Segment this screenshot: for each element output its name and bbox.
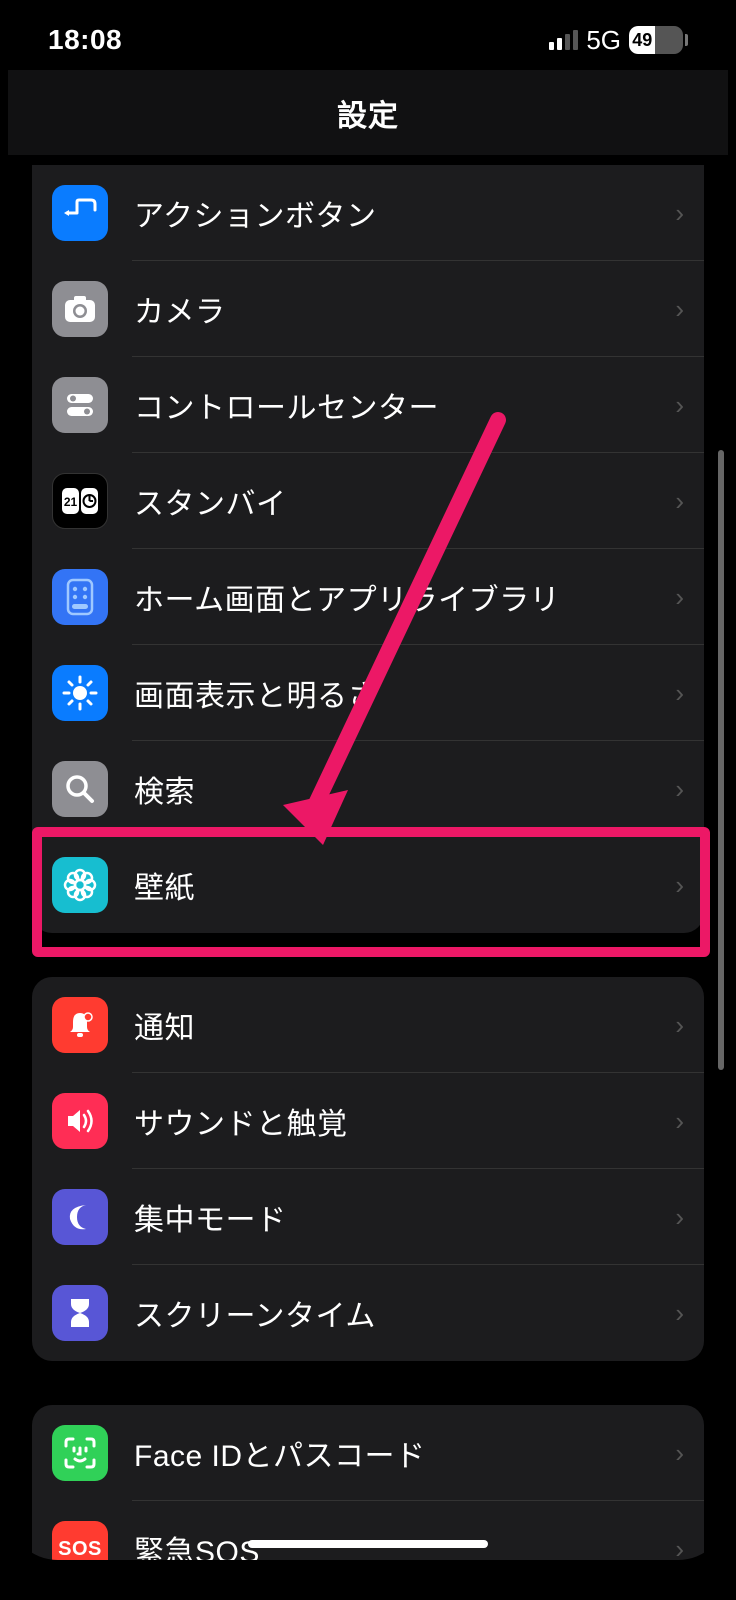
standby-icon: 21 (52, 473, 108, 529)
cellular-signal-icon (549, 30, 578, 50)
speaker-icon (52, 1093, 108, 1149)
settings-group-security: Face IDとパスコード › SOS 緊急SOS › プライバシーとセキュリテ… (32, 1405, 704, 1560)
row-notifications[interactable]: 通知 › (32, 977, 704, 1073)
row-label: 画面表示と明るさ (134, 671, 675, 715)
chevron-right-icon: › (675, 1534, 684, 1561)
row-label: カメラ (134, 287, 675, 331)
row-standby[interactable]: 21 スタンバイ › (32, 453, 704, 549)
row-focus[interactable]: 集中モード › (32, 1169, 704, 1265)
row-label: Face IDとパスコード (134, 1431, 675, 1475)
chevron-right-icon: › (675, 1202, 684, 1233)
row-label: アクションボタン (134, 191, 675, 235)
network-label: 5G (586, 25, 621, 56)
row-sounds[interactable]: サウンドと触覚 › (32, 1073, 704, 1169)
row-label: スタンバイ (134, 479, 675, 523)
chevron-right-icon: › (675, 678, 684, 709)
page-title: 設定 (337, 91, 399, 135)
row-action-button[interactable]: アクションボタン › (32, 165, 704, 261)
row-screentime[interactable]: スクリーンタイム › (32, 1265, 704, 1361)
settings-group-attention: 通知 › サウンドと触覚 › 集中モード › (32, 977, 704, 1361)
row-camera[interactable]: カメラ › (32, 261, 704, 357)
settings-list[interactable]: アクションボタン › カメラ › コントロールセンター › 21 (8, 165, 728, 1560)
chevron-right-icon: › (675, 1106, 684, 1137)
row-home-screen[interactable]: ホーム画面とアプリライブラリ › (32, 549, 704, 645)
scroll-indicator[interactable] (718, 450, 724, 1070)
chevron-right-icon: › (675, 390, 684, 421)
row-label: 集中モード (134, 1195, 675, 1239)
row-label: コントロールセンター (134, 383, 675, 427)
brightness-icon (52, 665, 108, 721)
chevron-right-icon: › (675, 1438, 684, 1469)
row-sos[interactable]: SOS 緊急SOS › (32, 1501, 704, 1560)
row-label: サウンドと触覚 (134, 1099, 675, 1143)
sos-icon: SOS (52, 1521, 108, 1560)
status-bar: 18:08 5G 49 (8, 0, 728, 70)
chevron-right-icon: › (675, 582, 684, 613)
row-label: 検索 (134, 767, 675, 811)
wallpaper-icon (52, 857, 108, 913)
row-display[interactable]: 画面表示と明るさ › (32, 645, 704, 741)
toggles-icon (52, 377, 108, 433)
nav-bar: 設定 (8, 70, 728, 155)
phone-frame: 18:08 5G 49 設定 アクションボタン › (8, 0, 728, 1560)
home-indicator[interactable] (248, 1540, 488, 1548)
hourglass-icon (52, 1285, 108, 1341)
search-icon (52, 761, 108, 817)
bell-icon (52, 997, 108, 1053)
row-label: ホーム画面とアプリライブラリ (134, 575, 675, 619)
row-label: スクリーンタイム (134, 1291, 675, 1335)
chevron-right-icon: › (675, 1298, 684, 1329)
moon-icon (52, 1189, 108, 1245)
battery-icon: 49 (629, 26, 688, 54)
svg-text:21: 21 (64, 495, 78, 509)
chevron-right-icon: › (675, 294, 684, 325)
status-right: 5G 49 (549, 25, 688, 56)
chevron-right-icon: › (675, 486, 684, 517)
settings-group-general: アクションボタン › カメラ › コントロールセンター › 21 (32, 165, 704, 933)
row-control-center[interactable]: コントロールセンター › (32, 357, 704, 453)
chevron-right-icon: › (675, 1010, 684, 1041)
row-faceid[interactable]: Face IDとパスコード › (32, 1405, 704, 1501)
chevron-right-icon: › (675, 774, 684, 805)
row-search[interactable]: 検索 › (32, 741, 704, 837)
faceid-icon (52, 1425, 108, 1481)
chevron-right-icon: › (675, 870, 684, 901)
status-time: 18:08 (48, 24, 122, 56)
row-label: 通知 (134, 1003, 675, 1047)
action-button-icon (52, 185, 108, 241)
camera-icon (52, 281, 108, 337)
chevron-right-icon: › (675, 198, 684, 229)
home-screen-icon (52, 569, 108, 625)
row-label: 壁紙 (134, 863, 675, 907)
row-wallpaper[interactable]: 壁紙 › (32, 837, 704, 933)
